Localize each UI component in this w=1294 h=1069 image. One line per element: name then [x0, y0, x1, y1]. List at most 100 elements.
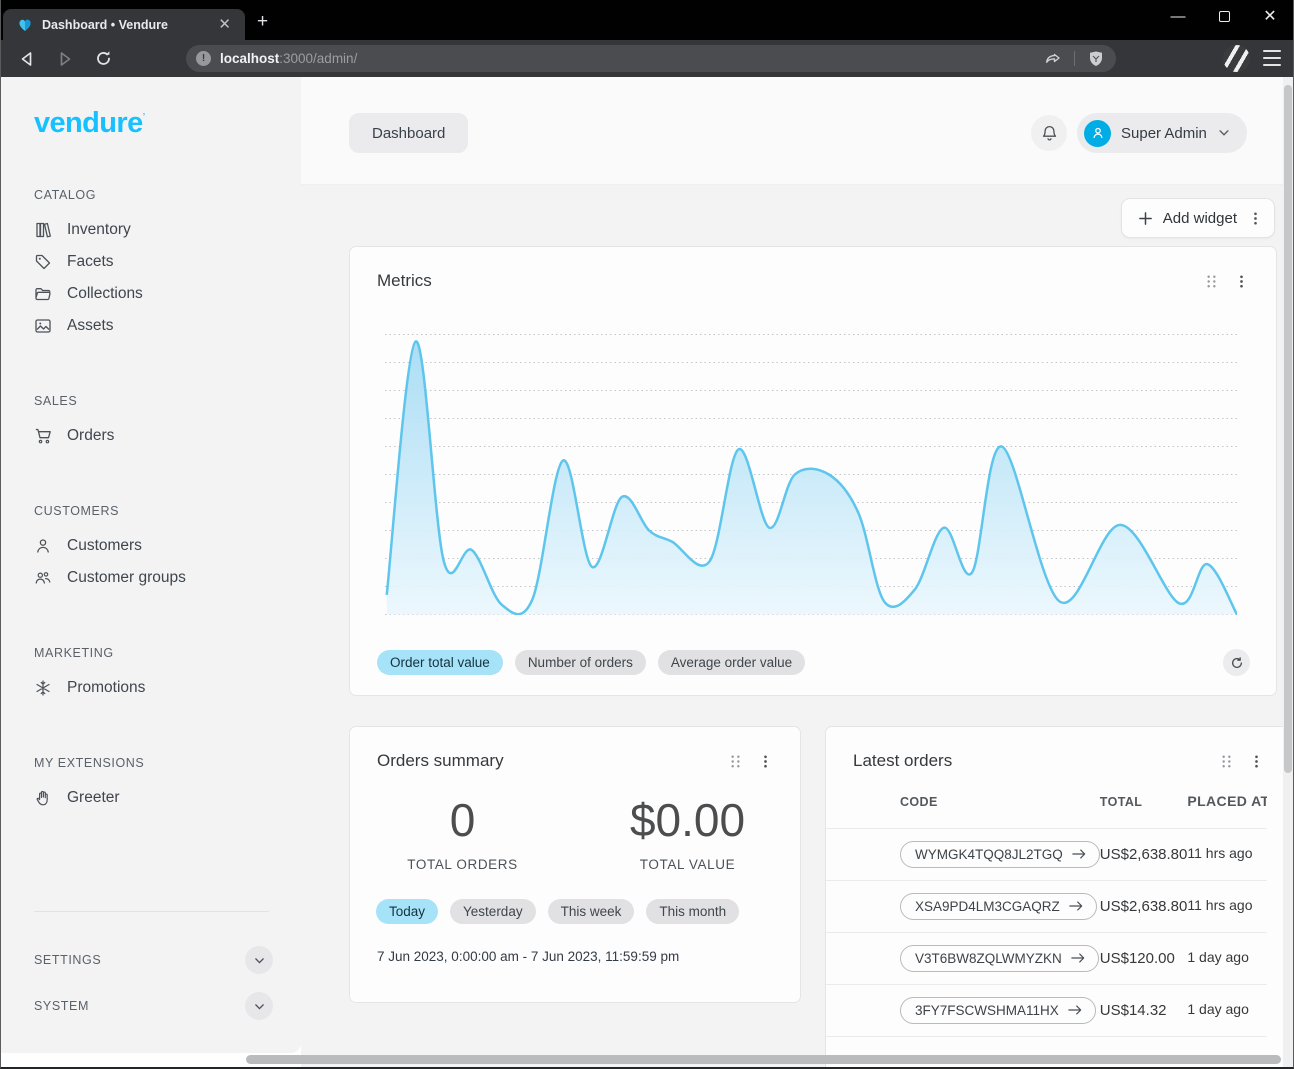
sidebar: vendure’ CATALOG Inventory Facets Collec…: [1, 77, 301, 1053]
sidebar-item-promotions[interactable]: Promotions: [34, 672, 301, 704]
sidebar-item-system[interactable]: SYSTEM: [34, 986, 301, 1026]
nav-section-catalog: CATALOG Inventory Facets Collections: [34, 188, 301, 342]
drag-handle-icon[interactable]: [1204, 273, 1219, 290]
share-icon[interactable]: [1041, 47, 1065, 71]
chevron-down-icon[interactable]: [245, 992, 273, 1020]
sidebar-item-facets[interactable]: Facets: [34, 246, 301, 278]
maximize-icon[interactable]: [1201, 0, 1247, 32]
arrow-right-icon: [1069, 900, 1083, 912]
sidebar-item-collections[interactable]: Collections: [34, 278, 301, 310]
back-icon[interactable]: [15, 47, 39, 71]
section-label: MARKETING: [34, 646, 301, 660]
kebab-menu-icon[interactable]: [757, 753, 774, 770]
notifications-button[interactable]: [1031, 115, 1067, 151]
chevron-down-icon[interactable]: [245, 946, 273, 974]
order-placed: 11 hrs ago: [1187, 880, 1267, 932]
table-row: V3T6BW8ZQLWMYZKN US$120.00 1 day ago: [826, 932, 1267, 984]
tab-order-total-value[interactable]: Order total value: [377, 650, 503, 675]
order-placed: 1 day ago: [1187, 984, 1267, 1036]
metrics-chart: [385, 334, 1237, 615]
tab-this-week[interactable]: This week: [548, 899, 635, 924]
browser-titlebar: Dashboard • Vendure ✕ + — ✕: [1, 0, 1293, 40]
tab-number-of-orders[interactable]: Number of orders: [515, 650, 646, 675]
vertical-scrollbar[interactable]: [1283, 77, 1293, 1067]
total-value-value: $0.00: [575, 793, 800, 847]
order-total: US$2,638.80: [1100, 828, 1188, 880]
admin-page: vendure’ CATALOG Inventory Facets Collec…: [1, 77, 1293, 1067]
tab-yesterday[interactable]: Yesterday: [450, 899, 536, 924]
total-orders-value: 0: [350, 793, 575, 847]
plus-icon: [1138, 211, 1153, 226]
order-placed: 11 hrs ago: [1187, 828, 1267, 880]
orders-summary-widget: Orders summary 0 TOTAL ORDERS $0.00: [349, 726, 801, 1003]
sidebar-divider: [34, 911, 269, 912]
sidebar-item-greeter[interactable]: Greeter: [34, 782, 301, 814]
browser-menu-icon[interactable]: [1263, 50, 1281, 66]
minimize-icon[interactable]: —: [1155, 0, 1201, 32]
drag-handle-icon[interactable]: [728, 753, 743, 770]
sidebar-item-customers[interactable]: Customers: [34, 530, 301, 562]
kebab-menu-icon[interactable]: [1248, 753, 1265, 770]
tab-this-month[interactable]: This month: [646, 899, 739, 924]
sidebar-item-label: Collections: [67, 285, 143, 303]
tab-today[interactable]: Today: [376, 899, 438, 924]
sidebar-item-inventory[interactable]: Inventory: [34, 214, 301, 246]
kebab-menu-icon[interactable]: [1233, 273, 1250, 290]
widget-title: Latest orders: [853, 751, 952, 771]
tab-close-icon[interactable]: ✕: [214, 15, 235, 34]
nav-section-extensions: MY EXTENSIONS Greeter: [34, 756, 301, 814]
person-icon: [1090, 125, 1106, 141]
order-code-link[interactable]: XSA9PD4LM3CGAQRZ: [900, 893, 1097, 920]
sidebar-item-orders[interactable]: Orders: [34, 420, 301, 452]
horizontal-scrollbar-thumb[interactable]: [246, 1055, 1281, 1064]
total-value-label: TOTAL VALUE: [575, 857, 800, 872]
tab-title: Dashboard • Vendure: [42, 18, 205, 32]
browser-profile-avatar[interactable]: [1223, 45, 1250, 72]
add-widget-button[interactable]: Add widget: [1121, 198, 1275, 238]
metrics-widget: Metrics Order total value Number of orde…: [349, 246, 1277, 696]
tab-average-order-value[interactable]: Average order value: [658, 650, 805, 675]
browser-tab[interactable]: Dashboard • Vendure ✕: [3, 9, 245, 40]
refresh-button[interactable]: [1223, 649, 1250, 676]
close-icon[interactable]: ✕: [1247, 0, 1293, 32]
forward-icon[interactable]: [53, 47, 77, 71]
arrow-right-icon: [1068, 1004, 1082, 1016]
sidebar-item-customer-groups[interactable]: Customer groups: [34, 562, 301, 594]
new-tab-button[interactable]: +: [257, 12, 268, 31]
users-icon: [34, 569, 52, 587]
latest-orders-widget: Latest orders CODE TOTAL: [825, 726, 1291, 1067]
add-widget-label: Add widget: [1163, 210, 1237, 227]
sidebar-item-label: Promotions: [67, 679, 145, 697]
order-code-link[interactable]: V3T6BW8ZQLWMYZKN: [900, 945, 1099, 972]
metric-tabs: Order total value Number of orders Avera…: [377, 650, 805, 675]
url-text: localhost:3000/admin/: [220, 51, 1041, 66]
sidebar-item-label: Greeter: [67, 789, 120, 807]
scrollbar-thumb[interactable]: [1284, 85, 1292, 773]
address-bar[interactable]: ! localhost:3000/admin/: [186, 45, 1116, 72]
refresh-icon: [1230, 656, 1244, 670]
avatar: [1084, 120, 1111, 147]
brave-shield-icon[interactable]: [1084, 47, 1108, 71]
widget-title: Metrics: [377, 271, 432, 291]
sidebar-item-label: Assets: [67, 317, 114, 335]
collapsed-section-label: SETTINGS: [34, 953, 101, 967]
nav-section-customers: CUSTOMERS Customers Customer groups: [34, 504, 301, 594]
order-code-link[interactable]: 3FY7FSCWSHMA11HX: [900, 997, 1096, 1024]
order-code-link[interactable]: WYMGK4TQQ8JL2TGQ: [900, 841, 1100, 868]
sidebar-item-settings[interactable]: SETTINGS: [34, 940, 301, 980]
kebab-menu-icon[interactable]: [1247, 210, 1264, 227]
sidebar-item-label: Customers: [67, 537, 142, 555]
sidebar-item-assets[interactable]: Assets: [34, 310, 301, 342]
summary-stats: 0 TOTAL ORDERS $0.00 TOTAL VALUE: [350, 793, 800, 872]
reload-icon[interactable]: [91, 47, 115, 71]
site-info-icon[interactable]: !: [196, 51, 211, 66]
main-header: Dashboard Super Admin: [301, 77, 1293, 185]
drag-handle-icon[interactable]: [1219, 753, 1234, 770]
user-icon: [34, 537, 52, 555]
collapsed-section-label: SYSTEM: [34, 999, 89, 1013]
user-menu[interactable]: Super Admin: [1077, 113, 1247, 153]
range-tabs: Today Yesterday This week This month: [376, 899, 800, 924]
cart-icon: [34, 427, 52, 445]
breadcrumb[interactable]: Dashboard: [349, 113, 468, 153]
image-icon: [34, 317, 52, 335]
